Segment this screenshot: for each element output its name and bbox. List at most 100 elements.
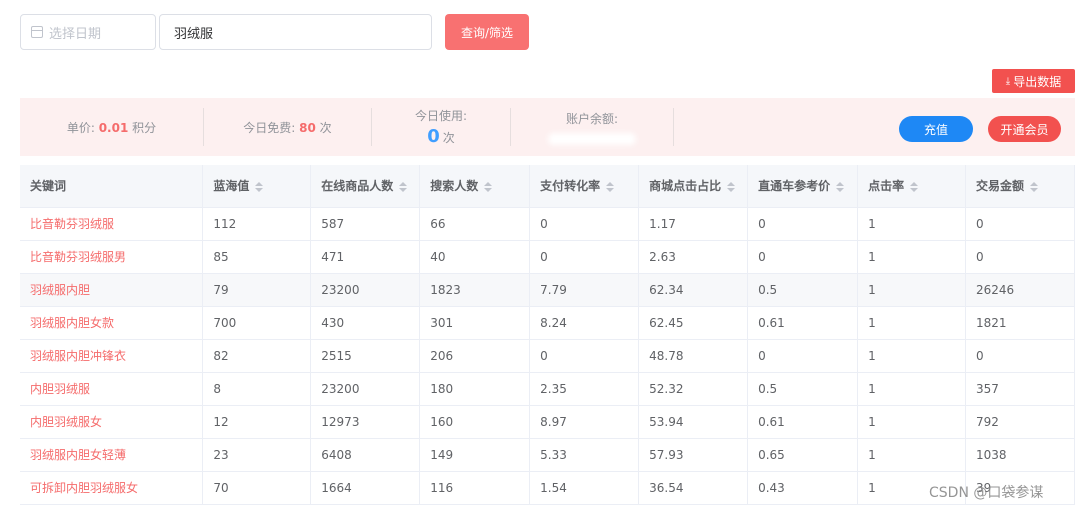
table-cell: 62.45 — [638, 306, 749, 340]
column-header-blue-ocean[interactable]: 蓝海值 — [202, 165, 312, 208]
column-header-ztc-price[interactable]: 直通车参考价 — [747, 165, 859, 208]
table-cell: 1.17 — [638, 207, 749, 241]
table-cell: 26246 — [965, 273, 1076, 307]
table-cell: 0.5 — [747, 273, 859, 307]
unit-price-value: 0.01 — [98, 120, 129, 135]
table-cell: 0 — [747, 207, 859, 241]
keyword-link[interactable]: 可拆卸内胆羽绒服女 — [20, 471, 204, 505]
sort-icon[interactable] — [1029, 181, 1038, 192]
free-today-value: 80 — [299, 120, 316, 135]
table-cell: 587 — [310, 207, 421, 241]
keyword-link[interactable]: 内胆羽绒服女 — [20, 405, 204, 439]
keyword-link[interactable]: 羽绒服内胆女款 — [20, 306, 204, 340]
column-header-conversion-rate[interactable]: 支付转化率 — [529, 165, 640, 208]
sort-icon[interactable] — [910, 181, 919, 192]
column-header-mall-click-share[interactable]: 商城点击占比 — [638, 165, 749, 208]
sort-icon[interactable] — [255, 181, 264, 192]
table-cell: 0 — [529, 339, 640, 373]
table-row: 羽绒服内胆女轻薄 23 6408 149 5.33 57.93 0.65 1 1… — [20, 438, 1076, 472]
column-header-ctr[interactable]: 点击率 — [857, 165, 966, 208]
table-cell: 1 — [857, 207, 966, 241]
used-today: 今日使用: 0次 — [372, 98, 510, 156]
query-filter-button[interactable]: 查询/筛选 — [445, 14, 529, 50]
keyword-link[interactable]: 比音勒芬羽绒服 — [20, 207, 204, 241]
free-today-unit: 次 — [315, 120, 332, 135]
table-cell: 48.78 — [638, 339, 749, 373]
download-icon: ⤓ — [1005, 75, 1011, 87]
table-row: 比音勒芬羽绒服男 85 471 40 0 2.63 0 1 0 — [20, 240, 1076, 274]
table-cell: 112 — [202, 207, 312, 241]
table-header-row: 关键词 蓝海值 在线商品人数 搜索人数 支付转化率 商城点击占比 直通车参考价 … — [20, 165, 1076, 208]
table-row: 内胆羽绒服 8 23200 180 2.35 52.32 0.5 1 357 — [20, 372, 1076, 406]
table-cell: 23200 — [310, 273, 421, 307]
free-today: 今日免费: 80 次 — [204, 98, 371, 156]
table-cell: 0 — [965, 240, 1076, 274]
table-cell: 57.93 — [638, 438, 749, 472]
column-header-online-sellers[interactable]: 在线商品人数 — [310, 165, 421, 208]
date-placeholder: 选择日期 — [49, 26, 102, 42]
table-cell: 0.43 — [747, 471, 859, 505]
table-cell: 12973 — [310, 405, 421, 439]
table-cell: 8.97 — [529, 405, 640, 439]
table-row: 比音勒芬羽绒服 112 587 66 0 1.17 0 1 0 — [20, 207, 1076, 241]
export-data-button[interactable]: ⤓ 导出数据 — [992, 69, 1075, 93]
keyword-input[interactable] — [159, 14, 432, 50]
keyword-link[interactable]: 内胆羽绒服 — [20, 372, 204, 406]
sort-icon[interactable] — [484, 181, 493, 192]
table-cell: 1 — [857, 306, 966, 340]
used-today-value: 0 — [427, 126, 440, 147]
table-cell: 1.54 — [529, 471, 640, 505]
export-label: 导出数据 — [1013, 74, 1062, 89]
table-cell: 0 — [965, 339, 1076, 373]
table-cell: 23200 — [310, 372, 421, 406]
account-balance: 账户余额: — [511, 98, 673, 156]
keyword-link[interactable]: 比音勒芬羽绒服男 — [20, 240, 204, 274]
table-cell: 36.54 — [638, 471, 749, 505]
table-cell: 471 — [310, 240, 421, 274]
table-cell: 40 — [419, 240, 531, 274]
table-cell: 2515 — [310, 339, 421, 373]
column-header-trade-amount[interactable]: 交易金额 — [965, 165, 1076, 208]
table-cell: 0.5 — [747, 372, 859, 406]
stats-bar: 单价: 0.01 积分 今日免费: 80 次 今日使用: 0次 账户余额: 充值… — [20, 98, 1075, 156]
table-row: 可拆卸内胆羽绒服女 70 1664 116 1.54 36.54 0.43 1 … — [20, 471, 1076, 505]
table-cell: 23 — [202, 438, 312, 472]
table-cell: 116 — [419, 471, 531, 505]
table-cell: 206 — [419, 339, 531, 373]
table-cell: 301 — [419, 306, 531, 340]
open-vip-button[interactable]: 开通会员 — [988, 116, 1061, 142]
table-cell: 1 — [857, 240, 966, 274]
table-cell: 1821 — [965, 306, 1076, 340]
sort-icon[interactable] — [727, 181, 736, 192]
table-cell: 430 — [310, 306, 421, 340]
sort-icon[interactable] — [606, 181, 615, 192]
table-cell: 79 — [202, 273, 312, 307]
balance-label: 账户余额: — [565, 111, 619, 126]
table-cell: 1038 — [965, 438, 1076, 472]
table-cell: 7.79 — [529, 273, 640, 307]
watermark: CSDN @口袋参谋 — [929, 485, 1044, 501]
table-cell: 53.94 — [638, 405, 749, 439]
table-cell: 0.61 — [747, 306, 859, 340]
table-cell: 2.35 — [529, 372, 640, 406]
table-cell: 66 — [419, 207, 531, 241]
column-header-keyword: 关键词 — [20, 165, 204, 208]
sort-icon[interactable] — [399, 181, 408, 192]
table-row: 羽绒服内胆 79 23200 1823 7.79 62.34 0.5 1 262… — [20, 273, 1076, 307]
sort-icon[interactable] — [836, 181, 845, 192]
table-cell: 2.63 — [638, 240, 749, 274]
column-header-searchers[interactable]: 搜索人数 — [419, 165, 531, 208]
table-cell: 160 — [419, 405, 531, 439]
table-cell: 12 — [202, 405, 312, 439]
table-cell: 700 — [202, 306, 312, 340]
keyword-link[interactable]: 羽绒服内胆女轻薄 — [20, 438, 204, 472]
date-picker[interactable]: 选择日期 — [20, 14, 156, 50]
table-cell: 8 — [202, 372, 312, 406]
table-cell: 0.61 — [747, 405, 859, 439]
used-today-unit: 次 — [442, 131, 455, 145]
recharge-button[interactable]: 充值 — [899, 116, 973, 142]
keyword-link[interactable]: 羽绒服内胆 — [20, 273, 204, 307]
table-cell: 792 — [965, 405, 1076, 439]
table-cell: 52.32 — [638, 372, 749, 406]
keyword-link[interactable]: 羽绒服内胆冲锋衣 — [20, 339, 204, 373]
